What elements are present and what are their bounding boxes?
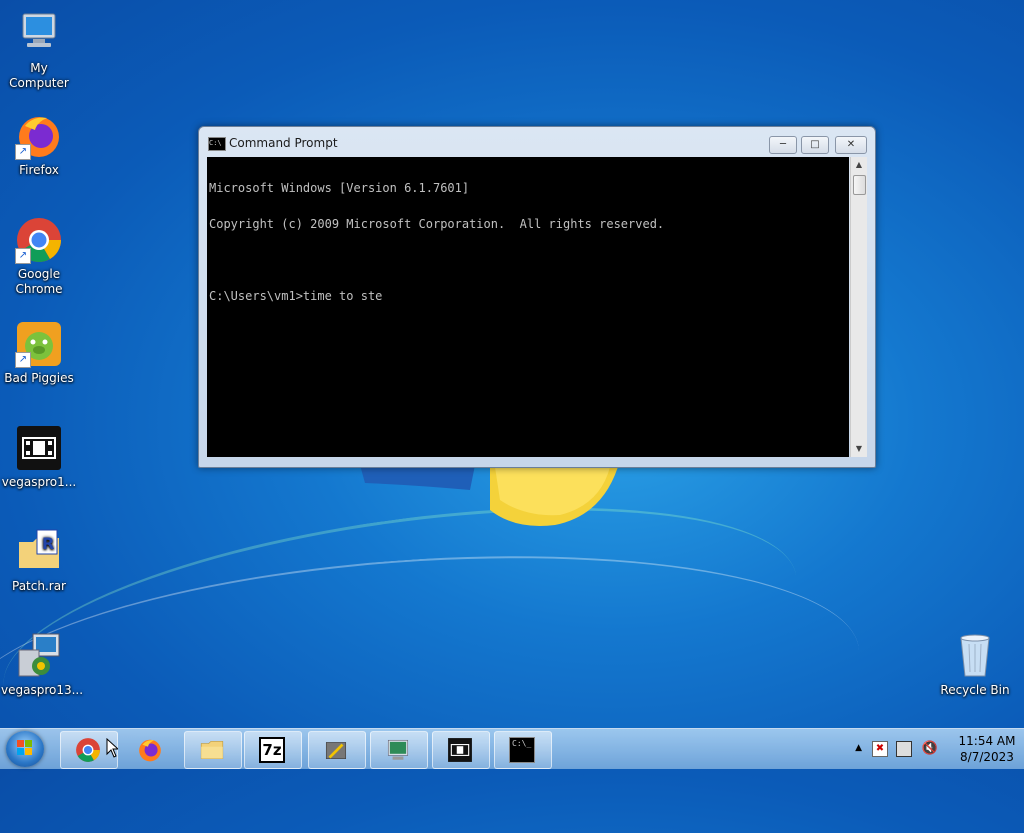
clock-time: 11:54 AM: [958, 734, 1016, 748]
recycle-bin-icon: [951, 632, 999, 680]
installer-icon: [15, 632, 63, 680]
desktop-icon-vegaspro-13[interactable]: vegaspro13...: [1, 632, 84, 698]
volume-muted-icon[interactable]: 🔇: [922, 741, 938, 756]
window-titlebar[interactable]: C:\ Command Prompt ─ □ ✕: [199, 127, 875, 157]
system-clock[interactable]: 11:54 AM 8/7/2023: [956, 733, 1018, 765]
scroll-up-arrow-icon[interactable]: ▲: [851, 157, 867, 173]
taskbar-explorer[interactable]: [184, 731, 242, 769]
explorer-icon: [200, 741, 224, 759]
desktop-icon-my-computer[interactable]: My Computer: [1, 10, 77, 91]
taskbar-vegas[interactable]: [432, 731, 490, 769]
vertical-scrollbar[interactable]: ▲ ▼: [850, 157, 867, 457]
device-manager-icon: [387, 739, 409, 760]
shortcut-arrow-icon: ↗: [15, 248, 31, 264]
console-line: Copyright (c) 2009 Microsoft Corporation…: [209, 217, 665, 231]
desktop-icon-label: Recycle Bin: [940, 683, 1010, 697]
desktop-icon-bad-piggies[interactable]: ↗ Bad Piggies: [1, 320, 77, 386]
taskbar: 7z C:\_ ▲ ✖ 🔇 11:54 AM 8/7/2023: [0, 728, 1024, 769]
action-center-flag-icon[interactable]: ✖: [872, 741, 888, 757]
desktop-icon-label: vegaspro1...: [1, 475, 77, 489]
desktop-icon-label: Bad Piggies: [4, 371, 74, 385]
maximize-button[interactable]: □: [801, 136, 829, 154]
computer-icon: [15, 10, 63, 58]
desktop-icon-label: Patch.rar: [12, 579, 66, 593]
close-button[interactable]: ✕: [835, 136, 867, 154]
scroll-thumb[interactable]: [853, 175, 866, 195]
mouse-pointer-icon: [106, 738, 118, 758]
desktop-icon-vegaspro-1[interactable]: vegaspro1...: [1, 424, 77, 490]
taskbar-command-prompt[interactable]: C:\_: [494, 731, 552, 769]
window-title: Command Prompt: [229, 136, 338, 150]
bad-piggies-icon: ↗: [15, 320, 63, 368]
firefox-icon: [139, 739, 161, 762]
taskbar-installer[interactable]: [308, 731, 366, 769]
taskbar-device-manager[interactable]: [370, 731, 428, 769]
svg-text:R: R: [42, 534, 54, 553]
show-hidden-icons-icon[interactable]: ▲: [855, 743, 862, 753]
scroll-down-arrow-icon[interactable]: ▼: [851, 441, 867, 457]
desktop-icon-label: Google Chrome: [15, 267, 63, 296]
desktop-icon-label: My Computer: [9, 61, 69, 90]
vegas-icon: [448, 738, 472, 762]
desktop-icon-google-chrome[interactable]: ↗ Google Chrome: [1, 216, 77, 297]
7zip-icon: 7z: [259, 737, 285, 763]
shortcut-arrow-icon: ↗: [15, 352, 31, 368]
7zip-label: 7z: [262, 741, 282, 759]
shortcut-arrow-icon: ↗: [15, 144, 31, 160]
windows-logo-wallpaper: [360, 460, 620, 526]
taskbar-7zip[interactable]: 7z: [244, 731, 302, 769]
network-icon[interactable]: [896, 741, 912, 757]
cmd-icon: C:\_: [509, 737, 535, 763]
desktop-icon-recycle-bin[interactable]: Recycle Bin: [937, 632, 1013, 698]
cmd-icon-label: C:\_: [512, 739, 532, 748]
firefox-icon: ↗: [15, 112, 63, 160]
chrome-icon: ↗: [15, 216, 63, 264]
chrome-icon: [76, 738, 100, 762]
desktop-icon-firefox[interactable]: ↗ Firefox: [1, 112, 77, 178]
console-line: Microsoft Windows [Version 6.1.7601]: [209, 181, 470, 195]
taskbar-firefox[interactable]: [122, 731, 180, 769]
rar-archive-icon: R: [15, 528, 63, 576]
desktop-icon-label: vegaspro13...: [1, 683, 84, 697]
clock-date: 8/7/2023: [960, 750, 1014, 764]
console-prompt-line: C:\Users\vm1>time to ste: [209, 289, 383, 303]
console-output[interactable]: Microsoft Windows [Version 6.1.7601] Cop…: [207, 157, 849, 457]
vegas-icon: [15, 424, 63, 472]
desktop-icon-label: Firefox: [19, 163, 59, 177]
desktop-icon-patch-rar[interactable]: R Patch.rar: [1, 528, 77, 594]
start-button[interactable]: [6, 731, 44, 767]
windows-flag-icon: [17, 740, 33, 756]
cmd-icon: C:\: [208, 137, 226, 151]
installer-icon: [325, 742, 347, 759]
minimize-button[interactable]: ─: [769, 136, 797, 154]
command-prompt-window[interactable]: C:\ Command Prompt ─ □ ✕ Microsoft Windo…: [198, 126, 876, 468]
